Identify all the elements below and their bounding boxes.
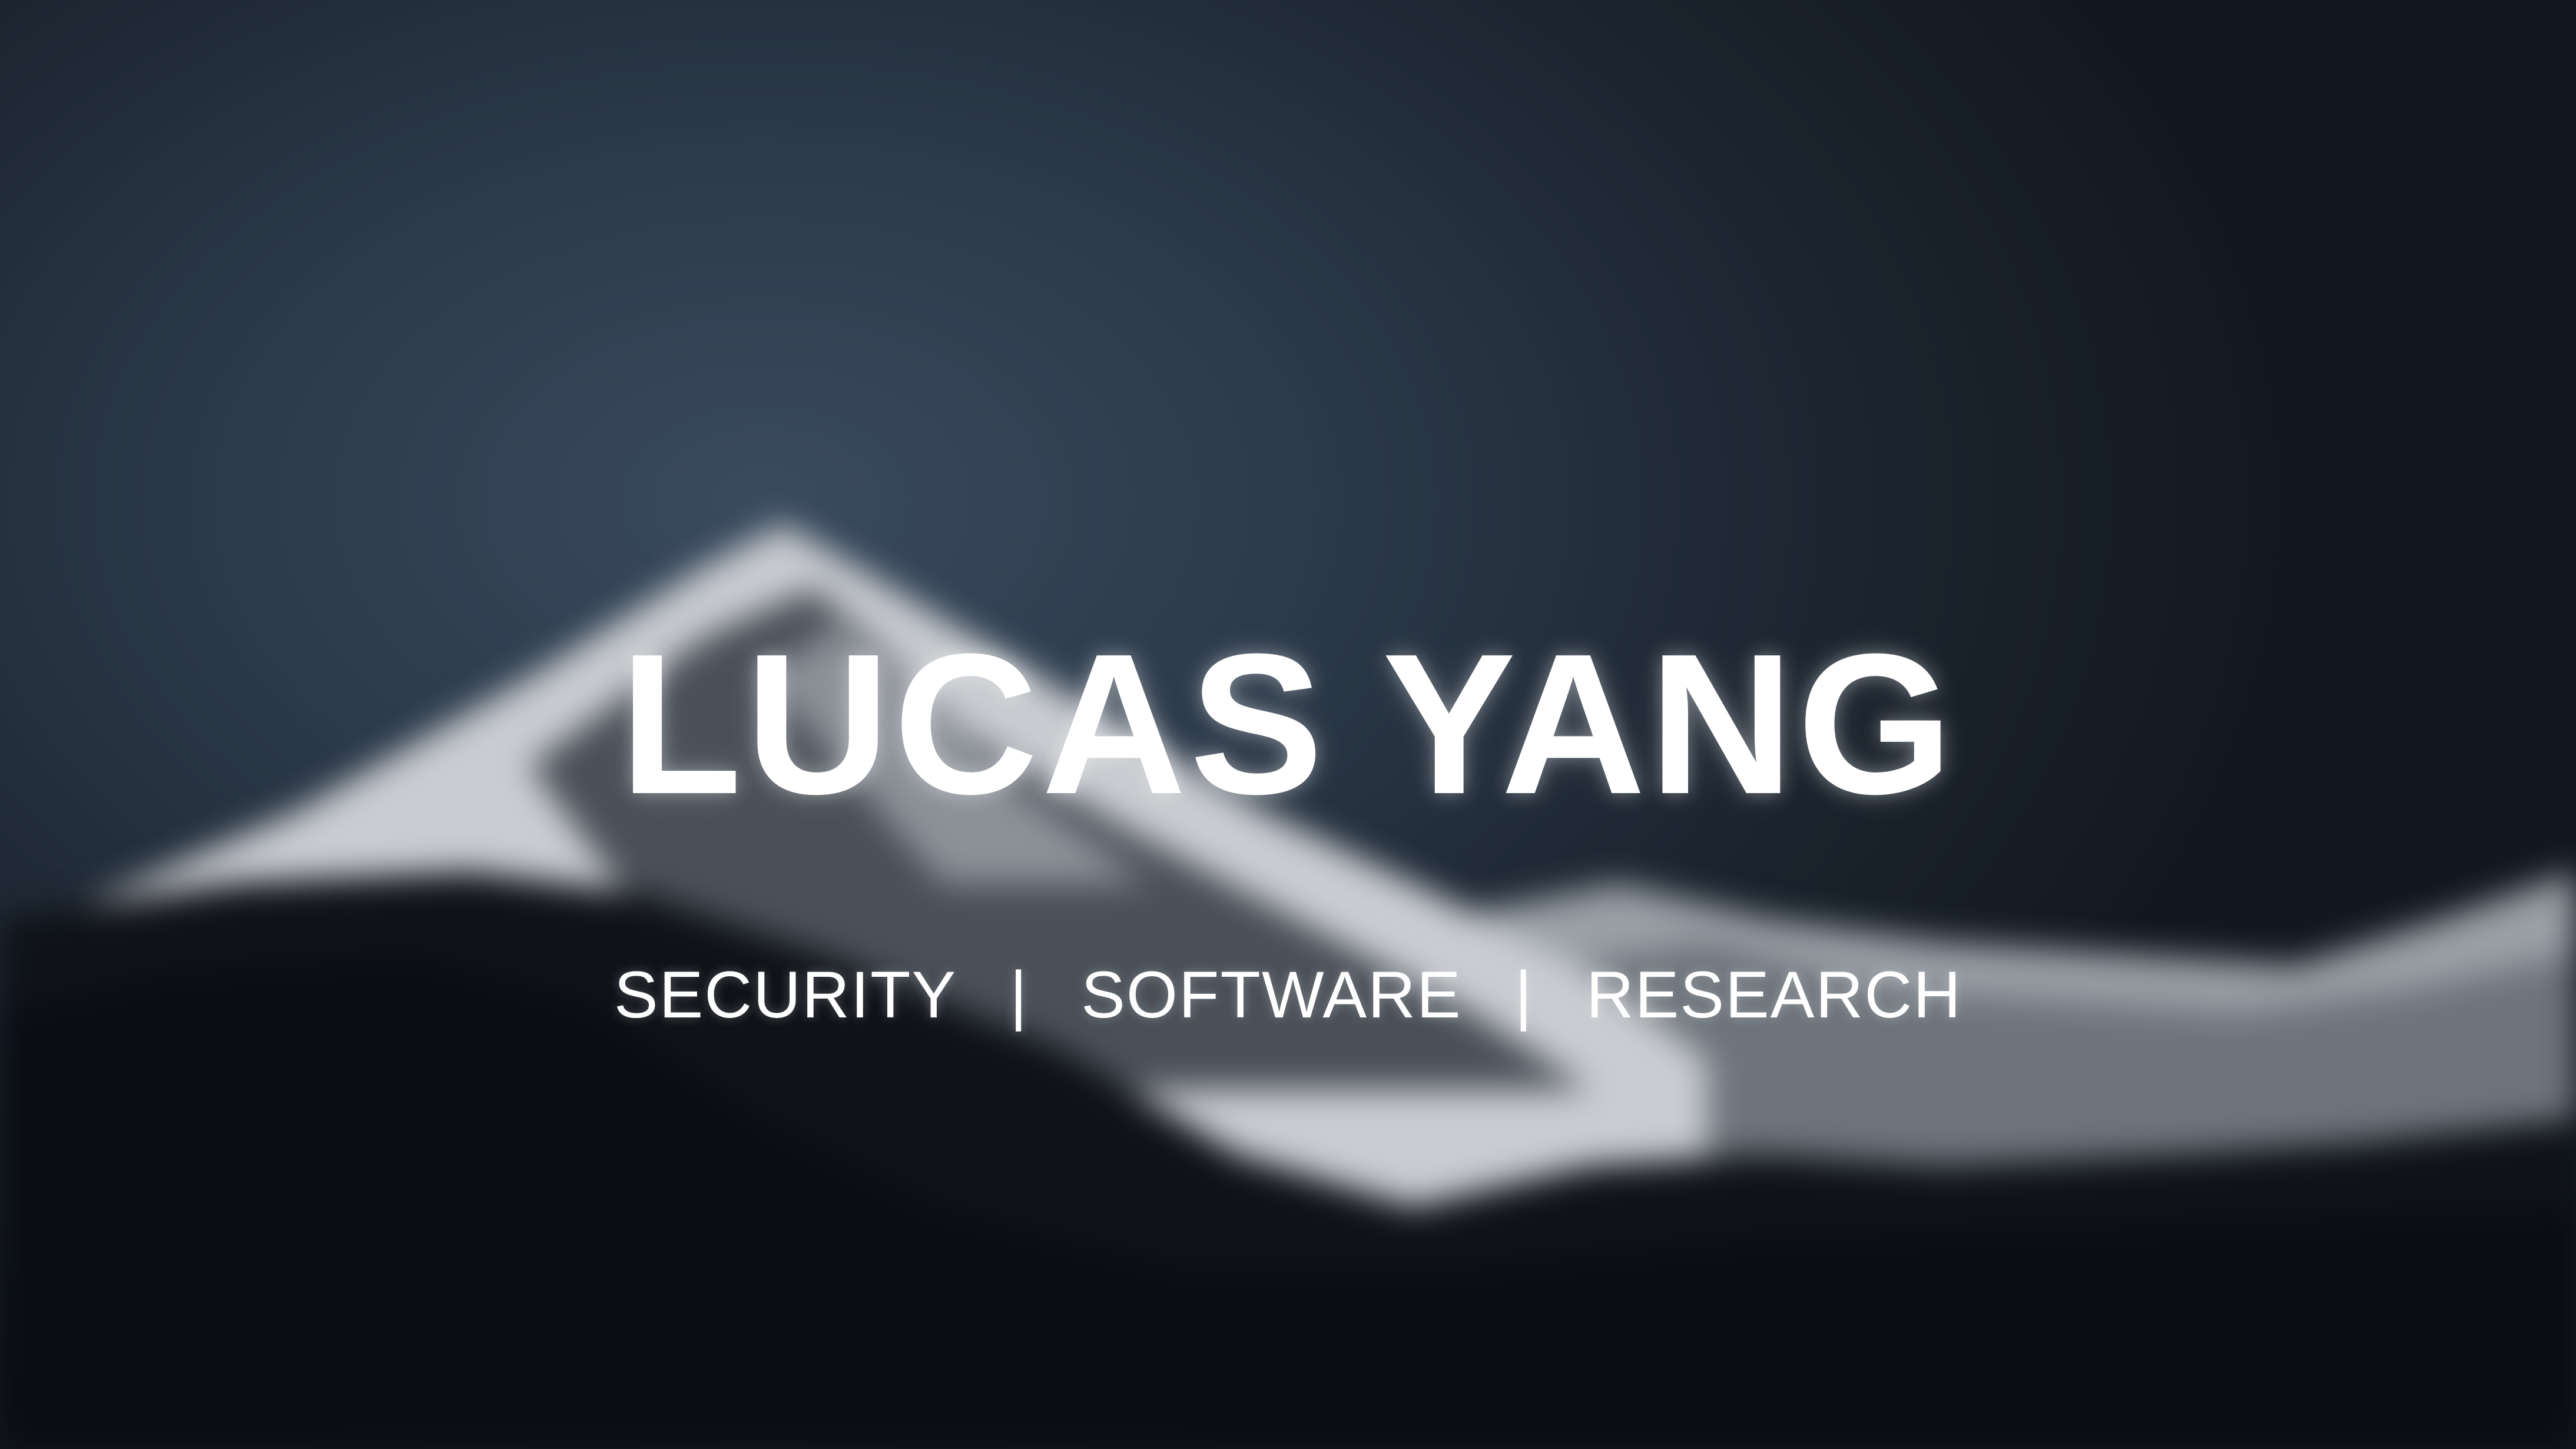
hero-content: LUCAS YANG SECURITY | SOFTWARE | RESEARCH [0,0,2576,1449]
tagline-separator: | [1010,958,1029,1032]
tagline-separator: | [1514,958,1533,1032]
tagline-item-software: SOFTWARE [1081,958,1462,1032]
hero-section: LUCAS YANG SECURITY | SOFTWARE | RESEARCH [0,0,2576,1449]
site-owner-name: LUCAS YANG [619,612,1957,836]
tagline-item-research: RESEARCH [1586,958,1962,1032]
tagline-item-security: SECURITY [614,958,957,1032]
tagline: SECURITY | SOFTWARE | RESEARCH [0,954,2576,1036]
